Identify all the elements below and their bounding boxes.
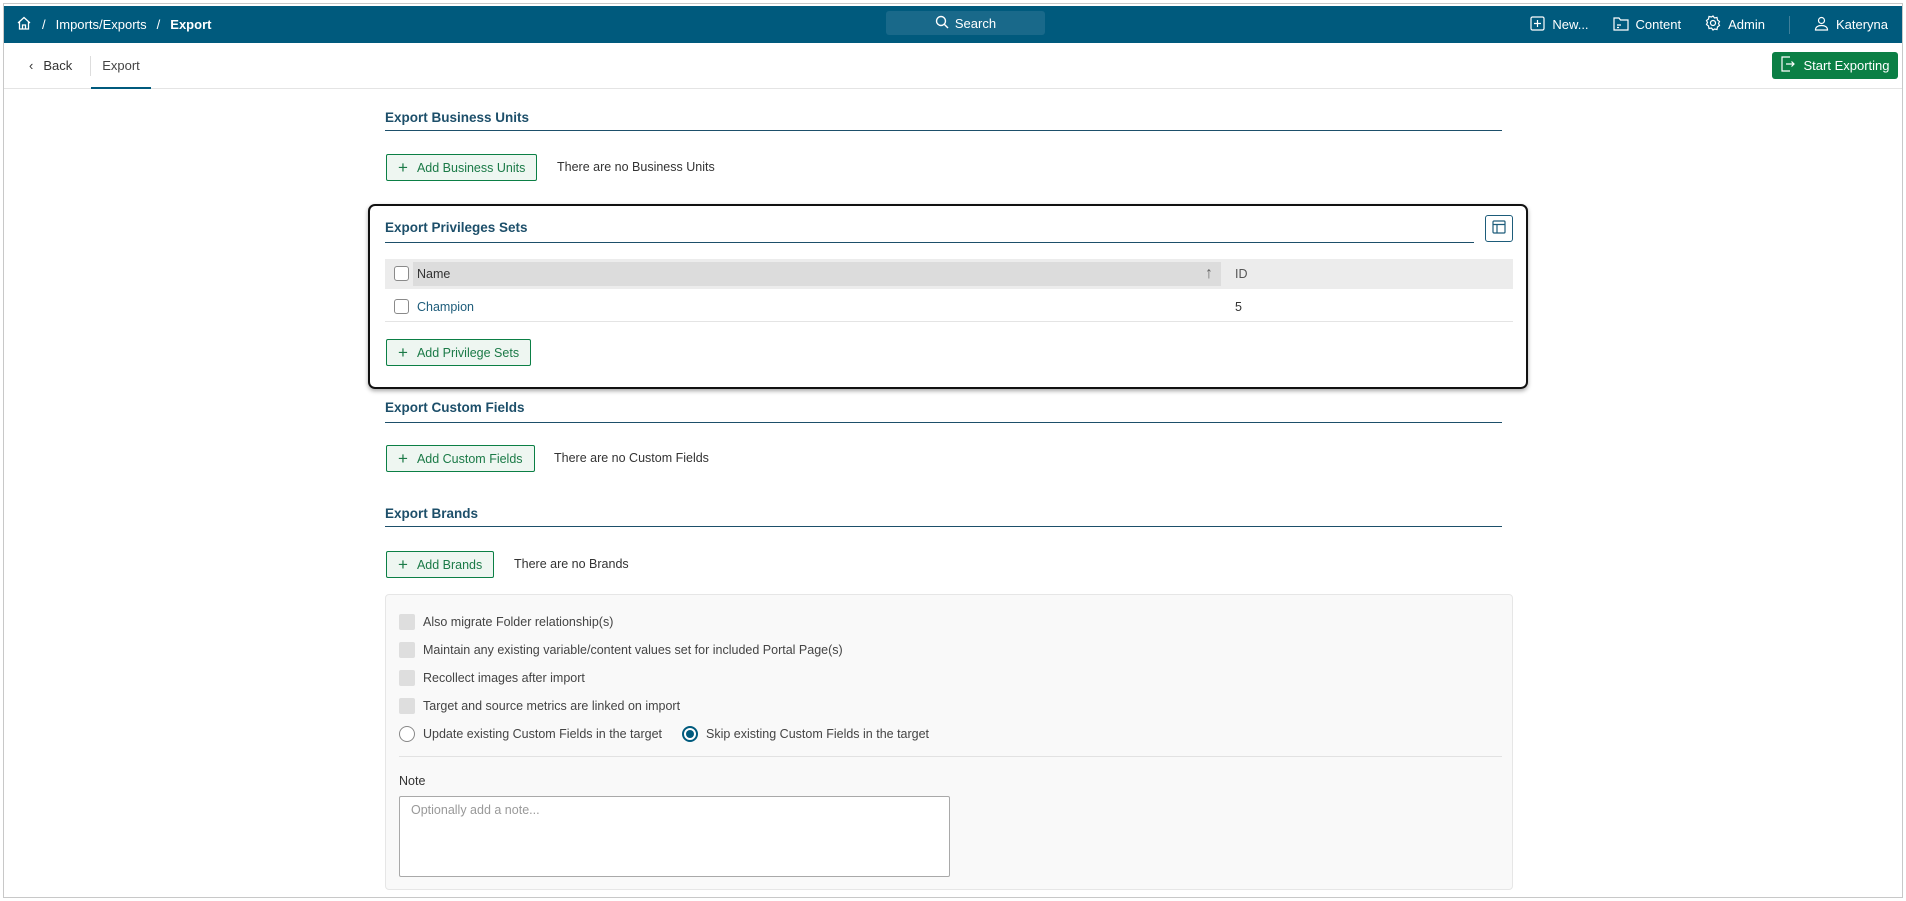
add-brands-button[interactable]: + Add Brands (386, 551, 495, 578)
content-button[interactable]: Content (1612, 16, 1681, 34)
radio-skip-existing[interactable] (682, 726, 699, 742)
column-name[interactable]: Name ↑ (413, 262, 1221, 286)
gear-icon (1705, 15, 1721, 34)
plus-icon: + (398, 343, 408, 362)
privileges-title: Export Privileges Sets (385, 220, 528, 235)
radio-update-existing[interactable] (399, 726, 415, 742)
privilege-set-id: 5 (1235, 300, 1242, 314)
brands-title: Export Brands (385, 506, 479, 521)
divider (385, 422, 1502, 423)
start-exporting-button[interactable]: Start Exporting (1772, 52, 1898, 79)
top-bar: / Imports/Exports / Export Search New...… (4, 6, 1902, 43)
divider (1788, 15, 1790, 34)
option-recollect-images: Recollect images after import (399, 670, 585, 686)
row-checkbox[interactable] (394, 299, 409, 314)
tab-export[interactable]: Export (91, 43, 151, 89)
search-label: Search (954, 15, 997, 31)
plus-icon: + (398, 449, 408, 468)
divider (399, 756, 1502, 757)
option-link-metrics: Target and source metrics are linked on … (399, 698, 680, 714)
custom-fields-empty: There are no Custom Fields (554, 451, 709, 465)
plus-square-icon (1530, 15, 1546, 34)
search-button[interactable]: Search (886, 11, 1045, 35)
user-icon (1814, 16, 1829, 34)
column-id[interactable]: ID (1235, 267, 1248, 281)
privilege-set-name[interactable]: Champion (417, 300, 474, 314)
breadcrumb-imports-exports[interactable]: Imports/Exports (56, 17, 147, 32)
table-row: Champion 5 (385, 293, 1513, 322)
brands-empty: There are no Brands (514, 557, 629, 571)
export-options-panel: Also migrate Folder relationship(s) Main… (385, 594, 1513, 890)
user-menu[interactable]: Kateryna (1814, 16, 1888, 34)
divider (385, 130, 1502, 131)
sub-navigation: ‹ Back Export Start Exporting (4, 43, 1902, 89)
divider (385, 242, 1474, 243)
column-settings-button[interactable] (1485, 215, 1513, 242)
note-label: Note (399, 774, 426, 788)
table-header: Name ↑ ID (385, 259, 1513, 289)
add-custom-fields-button[interactable]: + Add Custom Fields (386, 445, 535, 472)
new-button[interactable]: New... (1530, 15, 1589, 34)
layout-icon (1492, 220, 1506, 237)
add-business-units-button[interactable]: + Add Business Units (386, 154, 538, 181)
search-icon (935, 15, 949, 32)
chevron-left-icon: ‹ (29, 58, 34, 73)
divider (385, 526, 1502, 527)
checkbox-disabled (399, 614, 415, 630)
business-units-title: Export Business Units (385, 110, 530, 125)
radio-group-custom-fields: Update existing Custom Fields in the tar… (399, 726, 929, 742)
home-icon[interactable] (16, 15, 32, 34)
business-units-empty: There are no Business Units (557, 160, 715, 174)
admin-button[interactable]: Admin (1705, 15, 1765, 34)
custom-fields-title: Export Custom Fields (385, 400, 525, 415)
breadcrumb-export: Export (170, 17, 212, 32)
option-migrate-folders: Also migrate Folder relationship(s) (399, 614, 613, 630)
back-button[interactable]: ‹ Back (29, 43, 72, 88)
folder-icon (1612, 16, 1629, 34)
add-privilege-sets-button[interactable]: + Add Privilege Sets (386, 339, 532, 366)
note-textarea[interactable] (399, 796, 950, 877)
checkbox-disabled (399, 642, 415, 658)
export-icon (1780, 56, 1795, 75)
checkbox-disabled (399, 698, 415, 714)
sort-ascending-icon[interactable]: ↑ (1205, 265, 1213, 283)
plus-icon: + (398, 555, 408, 574)
checkbox-disabled (399, 670, 415, 686)
plus-icon: + (398, 158, 408, 177)
option-maintain-values: Maintain any existing variable/content v… (399, 642, 843, 658)
select-all-checkbox[interactable] (394, 266, 409, 281)
breadcrumb: / Imports/Exports / Export (16, 6, 211, 43)
